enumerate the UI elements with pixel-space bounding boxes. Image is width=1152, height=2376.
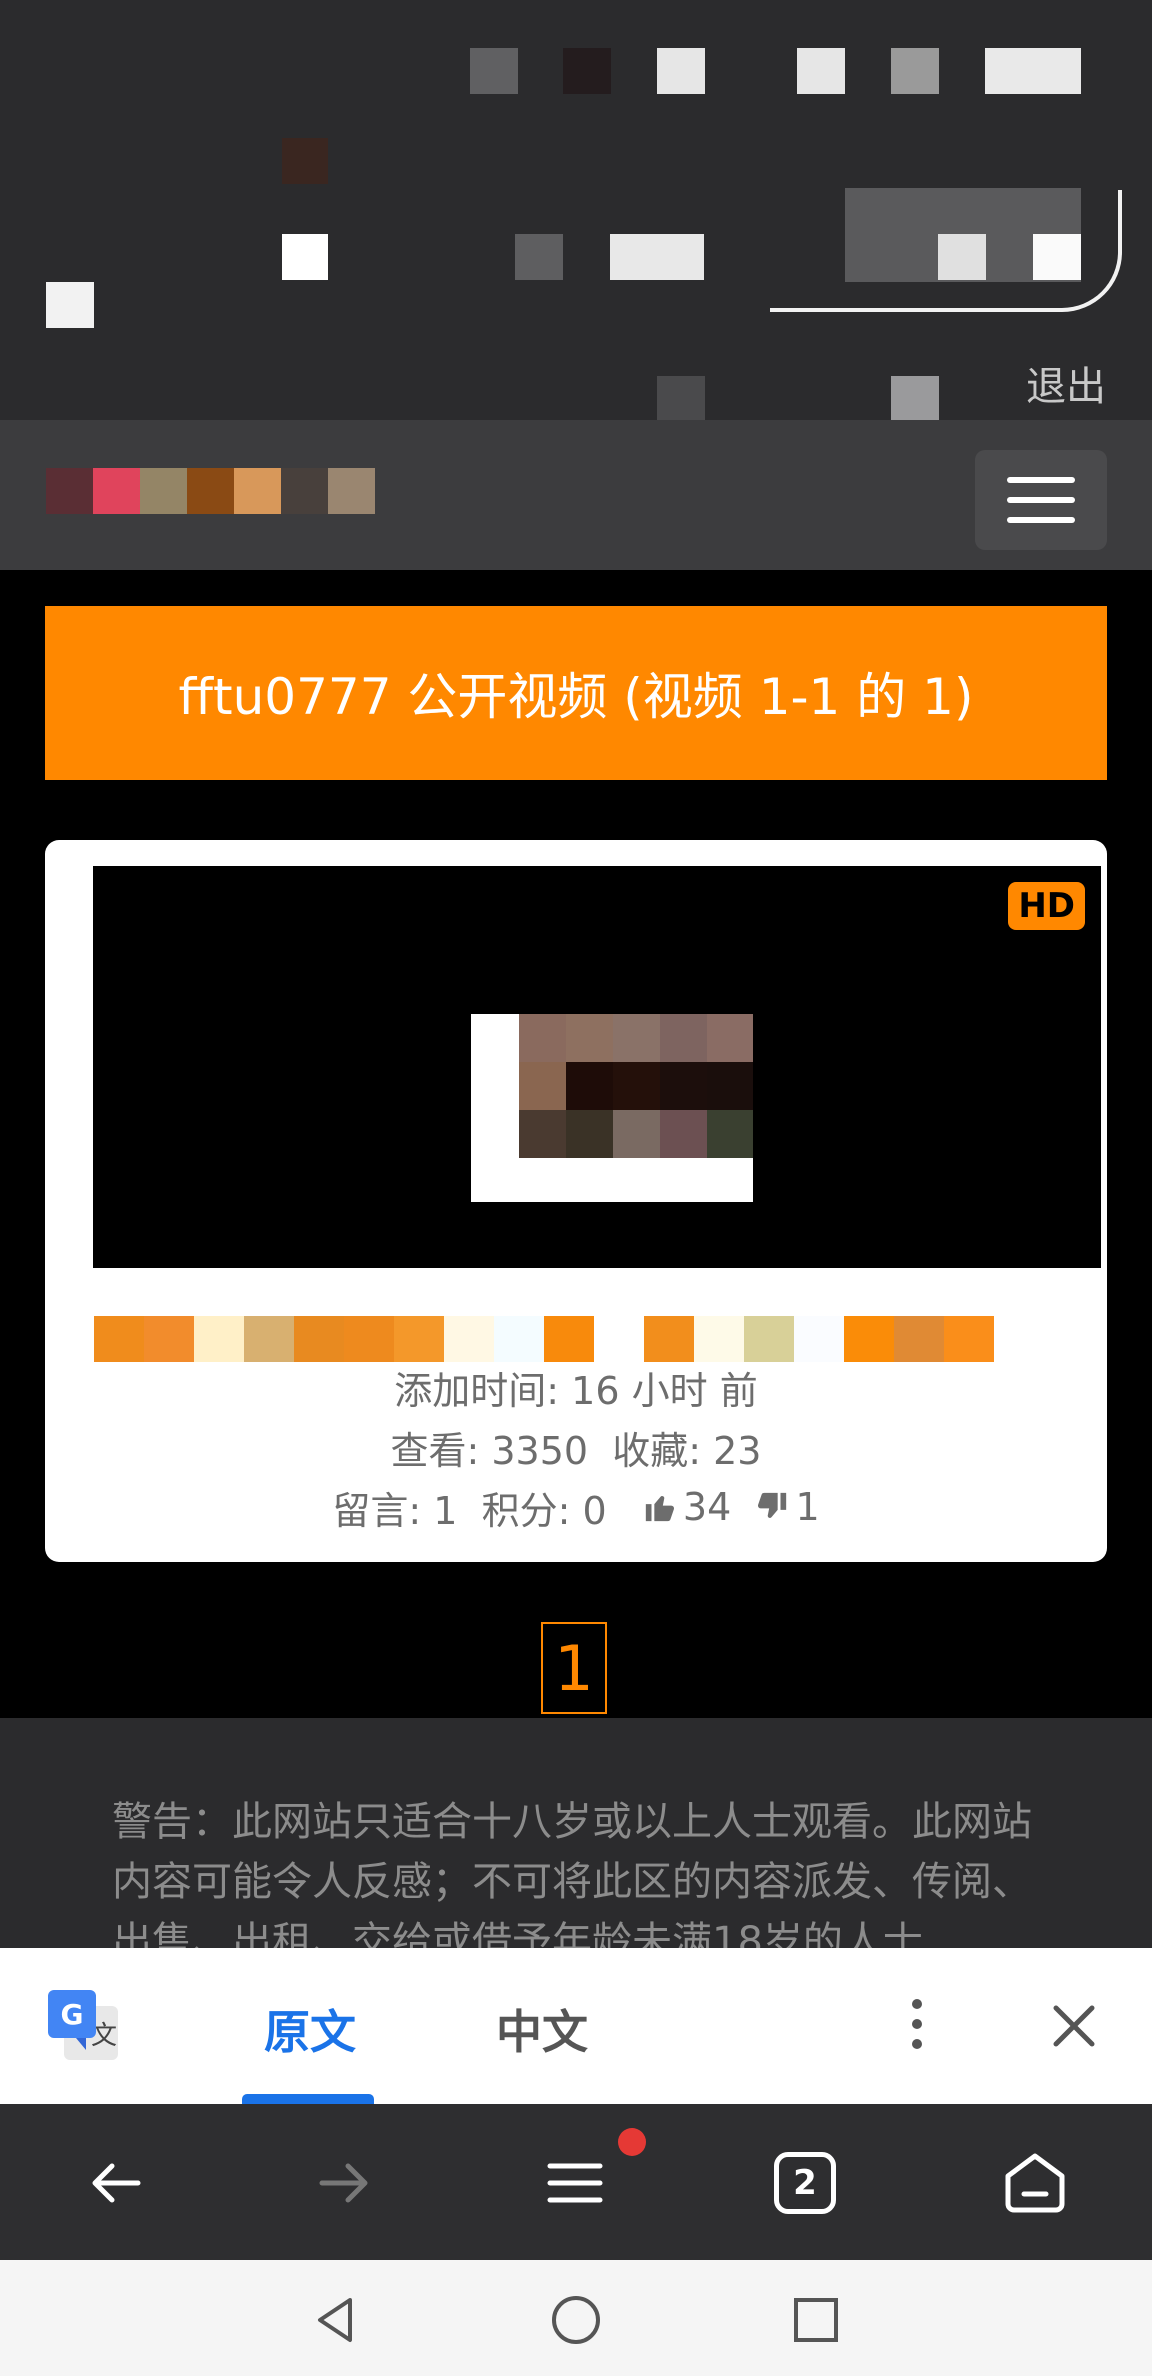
menu-icon bbox=[1007, 497, 1075, 503]
censored-block bbox=[282, 138, 328, 184]
system-recents-icon[interactable] bbox=[786, 2290, 846, 2350]
site-logo[interactable] bbox=[46, 468, 93, 514]
account-header: 退出 bbox=[0, 0, 1152, 420]
site-logo bbox=[187, 468, 234, 514]
censored-block bbox=[470, 48, 518, 94]
pagination-current-page[interactable]: 1 bbox=[541, 1622, 607, 1714]
menu-icon bbox=[1007, 517, 1075, 523]
censored-block bbox=[797, 48, 845, 94]
tab-original[interactable]: 原文 bbox=[240, 1996, 380, 2062]
hd-badge: HD bbox=[1008, 882, 1085, 930]
login-button[interactable] bbox=[770, 190, 1122, 312]
views-count: 查看: 3350 bbox=[390, 1429, 589, 1473]
censored-block bbox=[657, 376, 705, 420]
menu-lines-icon[interactable] bbox=[540, 2148, 610, 2218]
thumbnail-image bbox=[471, 1014, 753, 1202]
added-time: 添加时间: 16 小时 前 bbox=[394, 1369, 758, 1413]
tab-chinese[interactable]: 中文 bbox=[472, 1996, 612, 2062]
video-card[interactable]: HD 添加时间: 16 小时 前 查看: 3350 收藏: 23 留言: 1 积… bbox=[45, 840, 1107, 1562]
censored-block bbox=[515, 234, 563, 280]
censored-block bbox=[657, 48, 705, 94]
site-logo bbox=[234, 468, 281, 514]
censored-block bbox=[282, 234, 328, 280]
censored-block bbox=[610, 234, 704, 280]
svg-text:G: G bbox=[61, 1998, 84, 2031]
page: 退出 fftu0777 公开视频 (视频 1-1 的 1) HD 添加时间: 1… bbox=[0, 0, 1152, 2376]
back-arrow-icon[interactable] bbox=[82, 2148, 152, 2218]
close-icon[interactable] bbox=[1048, 2000, 1100, 2052]
site-logo bbox=[140, 468, 187, 514]
logout-link[interactable]: 退出 bbox=[1026, 354, 1106, 412]
active-tab-indicator bbox=[242, 2094, 374, 2104]
thumbs-down-icon bbox=[758, 1492, 787, 1518]
censored-block bbox=[891, 48, 939, 94]
points-count: 积分: 0 bbox=[481, 1489, 607, 1533]
tab-count-button[interactable]: 2 bbox=[774, 2152, 836, 2214]
video-title-censored[interactable] bbox=[94, 1316, 994, 1362]
more-vertical-icon[interactable] bbox=[900, 1996, 934, 2052]
stats-line: 查看: 3350 收藏: 23 bbox=[45, 1420, 1107, 1475]
google-translate-icon[interactable]: 文 G bbox=[46, 1988, 120, 2062]
forward-arrow-icon[interactable] bbox=[308, 2148, 378, 2218]
menu-icon bbox=[1007, 477, 1075, 483]
system-back-icon[interactable] bbox=[306, 2290, 366, 2350]
hamburger-menu-button[interactable] bbox=[975, 450, 1107, 550]
dislikes[interactable]: 1 bbox=[755, 1485, 820, 1529]
age-warning-text: 警告：此网站只适合十八岁或以上人士观看。此网站内容可能令人反感；不可将此区的内容… bbox=[112, 1799, 1032, 1948]
page-title: fftu0777 公开视频 (视频 1-1 的 1) bbox=[45, 606, 1107, 780]
home-icon[interactable] bbox=[1000, 2148, 1070, 2218]
site-logo bbox=[328, 468, 375, 514]
censored-block bbox=[46, 282, 94, 328]
engagement-line: 留言: 1 积分: 0 34 1 bbox=[45, 1480, 1107, 1535]
system-home-icon[interactable] bbox=[546, 2290, 606, 2350]
censored-block bbox=[563, 48, 611, 94]
site-logo bbox=[93, 468, 140, 514]
thumbs-up-icon bbox=[645, 1496, 674, 1522]
site-logo bbox=[281, 468, 328, 514]
likes[interactable]: 34 bbox=[643, 1485, 731, 1529]
notification-dot bbox=[618, 2128, 646, 2156]
censored-block bbox=[985, 48, 1081, 94]
favorites-count: 收藏: 23 bbox=[612, 1429, 762, 1473]
comments-count: 留言: 1 bbox=[332, 1489, 458, 1533]
video-thumbnail[interactable]: HD bbox=[93, 866, 1101, 1268]
censored-block bbox=[891, 376, 939, 420]
